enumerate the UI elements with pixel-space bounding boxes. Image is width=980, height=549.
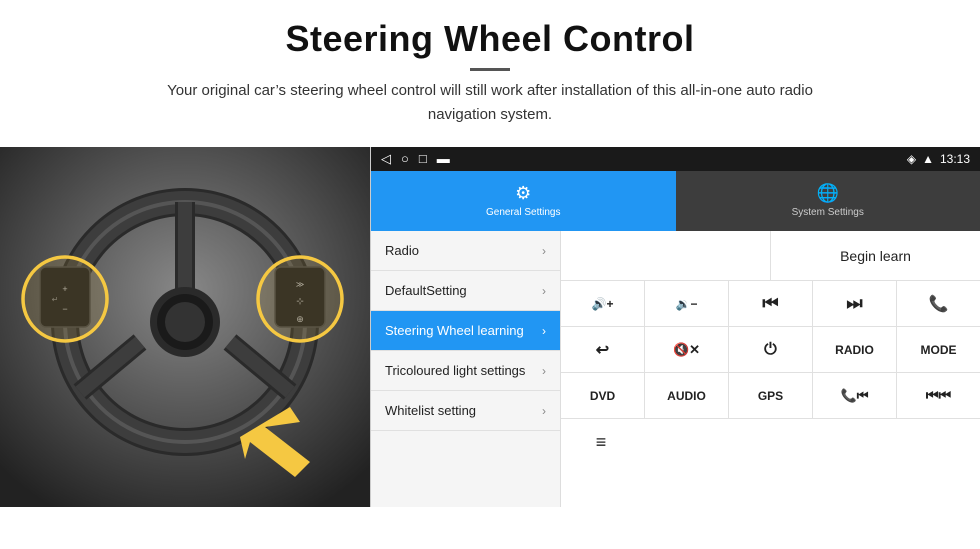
android-ui: ◁ ○ □ ▬ ◈ ▲ 13:13 ⚙ General Settings 🌐 S… (370, 147, 980, 507)
power-button[interactable]: ⏻ (729, 327, 813, 372)
page-subtitle: Your original car’s steering wheel contr… (150, 79, 830, 127)
menu-item-radio[interactable]: Radio › (371, 231, 560, 271)
ctrl-row-5: ≡ (561, 419, 980, 465)
mute-button[interactable]: 🔇✕ (645, 327, 729, 372)
mute-icon: 🔇✕ (673, 342, 700, 358)
time-display: 13:13 (940, 152, 970, 166)
power-icon: ⏻ (764, 341, 777, 359)
ctrl-row-3: ↩ 🔇✕ ⏻ RADIO MODE (561, 327, 980, 373)
rew-button[interactable]: ⏮⏮ (897, 373, 980, 418)
menu-item-steering-wheel[interactable]: Steering Wheel learning › (371, 311, 560, 351)
chevron-defaultsetting: › (542, 284, 546, 298)
general-settings-icon: ⚙ (515, 183, 531, 204)
chevron-steering-wheel: › (542, 324, 546, 338)
menu-label-defaultsetting: DefaultSetting (385, 283, 467, 298)
main-content: + − ↵ ≫ ⊹ ⊕ ◁ ○ □ ▬ ◈ ▲ (0, 147, 980, 507)
signal-icon: ▲ (922, 152, 934, 166)
radio-label: RADIO (835, 343, 874, 357)
audio-button[interactable]: AUDIO (645, 373, 729, 418)
nav-back-icon[interactable]: ◁ (381, 151, 391, 167)
menu-list-icon: ≡ (596, 432, 607, 453)
vol-down-button[interactable]: 🔉− (645, 281, 729, 326)
tab-system-settings[interactable]: 🌐 System Settings (676, 171, 980, 231)
mode-button[interactable]: MODE (897, 327, 980, 372)
phone-icon: 📞 (929, 294, 949, 314)
chevron-whitelist: › (542, 404, 546, 418)
menu-list: Radio › DefaultSetting › Steering Wheel … (371, 231, 561, 507)
chevron-radio: › (542, 244, 546, 258)
vol-up-button[interactable]: 🔊+ (561, 281, 645, 326)
status-bar: ◁ ○ □ ▬ ◈ ▲ 13:13 (371, 147, 980, 171)
menu-item-whitelist[interactable]: Whitelist setting › (371, 391, 560, 431)
control-row-1: Begin learn (561, 231, 980, 281)
gps-button[interactable]: GPS (729, 373, 813, 418)
mode-label: MODE (921, 343, 957, 357)
nav-buttons: ◁ ○ □ ▬ (381, 151, 450, 167)
nav-home-icon[interactable]: ○ (401, 151, 409, 167)
control-grid: 🔊+ 🔉− ⏮ ⏭ 📞 (561, 281, 980, 465)
ctrl-row-4: DVD AUDIO GPS 📞⏮ ⏮⏮ (561, 373, 980, 419)
menu-label-radio: Radio (385, 243, 419, 258)
menu-item-tricoloured[interactable]: Tricoloured light settings › (371, 351, 560, 391)
rew-icon: ⏮⏮ (926, 387, 951, 404)
dvd-button[interactable]: DVD (561, 373, 645, 418)
menu-label-tricoloured: Tricoloured light settings (385, 363, 525, 378)
phone-prev-button[interactable]: 📞⏮ (813, 373, 897, 418)
dvd-label: DVD (590, 389, 615, 403)
menu-label-whitelist: Whitelist setting (385, 403, 476, 418)
menu-icon-button[interactable]: ≡ (561, 419, 641, 465)
nav-recent-icon[interactable]: □ (419, 151, 427, 167)
menu-label-steering-wheel: Steering Wheel learning (385, 323, 524, 338)
chevron-tricoloured: › (542, 364, 546, 378)
car-image-area: + − ↵ ≫ ⊹ ⊕ (0, 147, 370, 507)
menu-item-defaultsetting[interactable]: DefaultSetting › (371, 271, 560, 311)
title-divider (470, 68, 510, 71)
nav-extra-icon[interactable]: ▬ (437, 151, 450, 167)
system-settings-icon: 🌐 (817, 183, 839, 204)
prev-icon: ⏮ (762, 293, 778, 314)
back-call-icon: ↩ (596, 340, 609, 360)
back-call-button[interactable]: ↩ (561, 327, 645, 372)
ctrl-row-2: 🔊+ 🔉− ⏮ ⏭ 📞 (561, 281, 980, 327)
begin-learn-button[interactable]: Begin learn (771, 231, 980, 280)
page-title: Steering Wheel Control (20, 18, 960, 60)
tab-general-label: General Settings (486, 207, 561, 218)
phone-prev-icon: 📞⏮ (841, 388, 869, 404)
status-right: ◈ ▲ 13:13 (907, 152, 970, 166)
tab-bar: ⚙ General Settings 🌐 System Settings (371, 171, 980, 231)
phone-button[interactable]: 📞 (897, 281, 980, 326)
next-track-button[interactable]: ⏭ (813, 281, 897, 326)
tab-system-label: System Settings (792, 207, 864, 218)
prev-track-button[interactable]: ⏮ (729, 281, 813, 326)
radio-button[interactable]: RADIO (813, 327, 897, 372)
page-header: Steering Wheel Control Your original car… (0, 0, 980, 137)
menu-area: Radio › DefaultSetting › Steering Wheel … (371, 231, 980, 507)
location-icon: ◈ (907, 152, 916, 166)
empty-box (561, 231, 771, 280)
tab-general-settings[interactable]: ⚙ General Settings (371, 171, 676, 231)
steering-wheel-svg: + − ↵ ≫ ⊹ ⊕ (0, 147, 370, 507)
next-icon: ⏭ (846, 293, 862, 314)
vol-up-icon: 🔊+ (592, 297, 614, 311)
audio-label: AUDIO (667, 389, 706, 403)
vol-down-icon: 🔉− (676, 297, 698, 311)
control-panel: Begin learn 🔊+ 🔉− ⏮ (561, 231, 980, 507)
gps-label: GPS (758, 389, 783, 403)
